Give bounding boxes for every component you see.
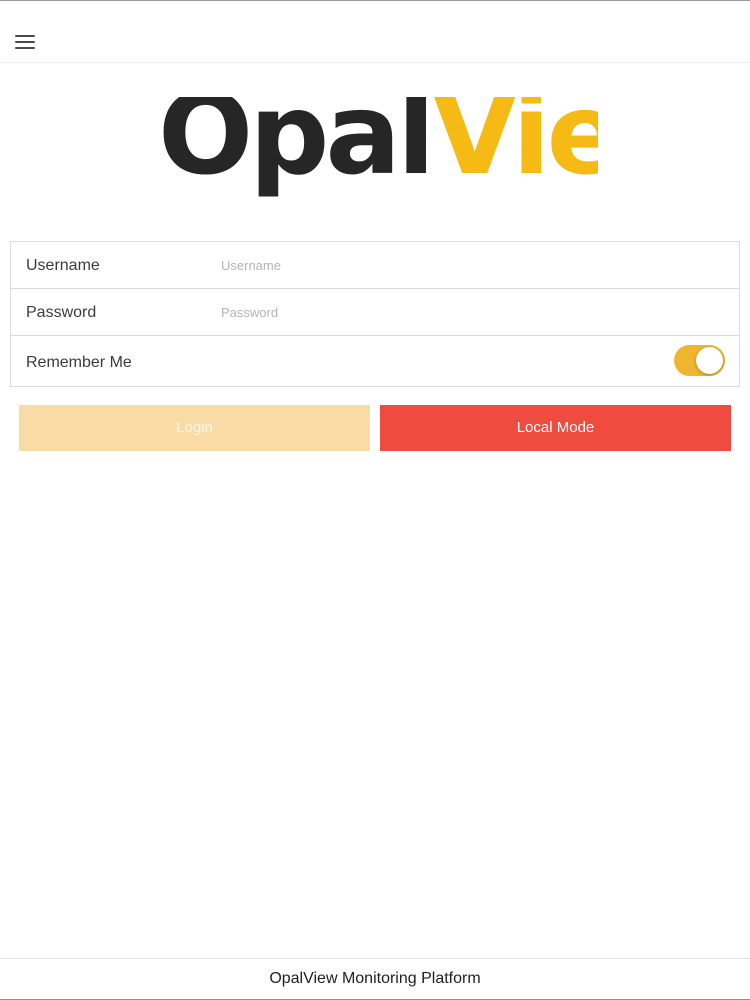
toggle-knob <box>696 347 723 374</box>
remember-me-row: Remember Me <box>11 336 739 386</box>
login-form: Username Password Remember Me <box>10 241 740 387</box>
password-input[interactable] <box>221 301 721 323</box>
menu-line <box>15 41 35 43</box>
hamburger-menu-icon[interactable] <box>10 27 40 57</box>
logo-text: OpalView <box>158 97 598 200</box>
menu-line <box>15 47 35 49</box>
logo-text-opal: Opal <box>158 97 431 200</box>
logo-text-view: View <box>431 97 598 200</box>
username-input[interactable] <box>221 254 721 276</box>
local-mode-button[interactable]: Local Mode <box>380 405 731 451</box>
menu-line <box>15 35 35 37</box>
username-label: Username <box>26 257 100 274</box>
opalview-logo: OpalView <box>158 97 598 200</box>
login-button[interactable]: Login <box>19 405 370 451</box>
remember-me-label: Remember Me <box>26 354 132 371</box>
remember-me-toggle[interactable] <box>674 345 725 376</box>
top-bar <box>0 1 750 63</box>
footer-title: OpalView Monitoring Platform <box>0 958 750 1000</box>
password-label: Password <box>26 304 97 321</box>
username-row: Username <box>11 242 739 289</box>
password-row: Password <box>11 289 739 336</box>
